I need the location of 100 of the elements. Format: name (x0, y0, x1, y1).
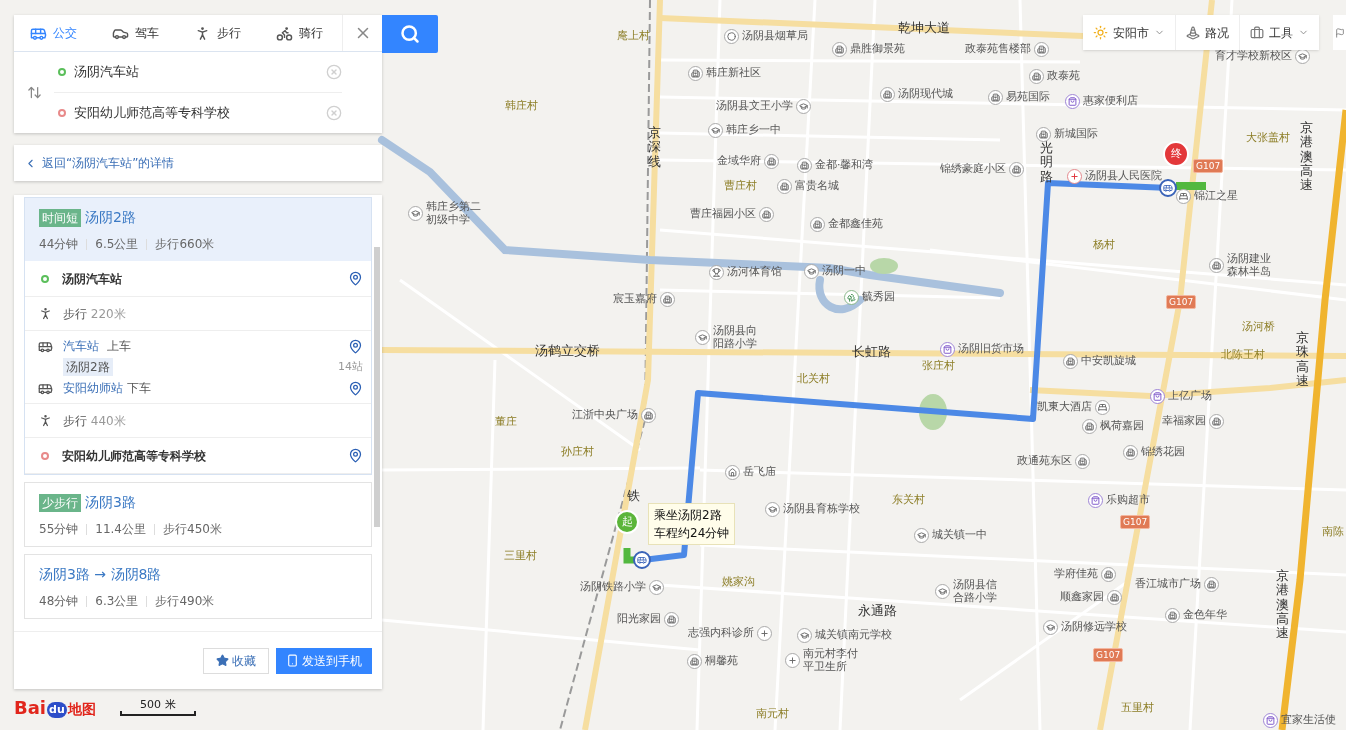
transport-tab[interactable]: 步行 (178, 15, 260, 51)
place-label: 志强内科诊所 (688, 625, 754, 641)
board-stop[interactable]: 汽车站 (63, 337, 99, 355)
swap-icon[interactable] (26, 85, 42, 100)
locate-icon[interactable] (348, 380, 363, 396)
route-option[interactable]: 汤阴3路 → 汤阴8路 48分钟 6.3公里 步行490米 (24, 554, 372, 619)
place-label: 中安凯旋城 (1081, 353, 1136, 369)
place-label: 宸玉嘉府 (613, 291, 657, 307)
poi-icon (724, 28, 739, 44)
walk-icon (38, 413, 53, 428)
toolbox-icon (1250, 25, 1264, 40)
route-stat: 6.3公里 (95, 593, 139, 610)
place-label: 枫荷嘉园 (1100, 418, 1144, 434)
place-label: 南元村李付平卫生所 (803, 647, 859, 674)
scale-label: 500 米 (140, 698, 176, 711)
search-button[interactable] (382, 15, 438, 53)
place-label: 汤阴县人民医院 (1085, 168, 1162, 184)
star-icon (216, 654, 229, 667)
highway-shield: G107 (1120, 515, 1151, 529)
place-label: 金色年华 (1183, 607, 1227, 623)
poi-icon (708, 122, 723, 138)
scrollbar[interactable] (374, 247, 380, 527)
alight-stop[interactable]: 安阳幼师站 (63, 379, 123, 397)
bus-stop-icon (633, 551, 651, 569)
place-label: 育才学校新校区 (1215, 48, 1292, 64)
poi-icon (757, 625, 772, 641)
place-label: 汤阴县向阳路小学 (713, 324, 758, 351)
transport-tab[interactable]: 骑行 (260, 15, 342, 51)
route-tag: 时间短 (39, 208, 81, 227)
poi-icon (1209, 413, 1224, 429)
poi-icon (695, 329, 710, 345)
poi-icon (1065, 93, 1080, 109)
place-label: 汤阴修远学校 (1061, 619, 1127, 635)
route-stat: 步行660米 (155, 236, 215, 253)
road-label: 京港澳高速 (1276, 569, 1289, 641)
map-control[interactable]: 安阳市 (1083, 15, 1175, 50)
transport-tab[interactable]: 驾车 (96, 15, 178, 51)
poi-icon (844, 289, 859, 305)
place-label: 易苑国际 (1006, 89, 1050, 105)
place-label: 香江城市广场 (1135, 576, 1201, 592)
route-stat: 55分钟 (39, 521, 79, 538)
route-option[interactable]: 时间短 汤阴2路 44分钟 6.5公里 步行660米 汤阴汽车站 步行 220米 汽车站 上车 汤阴2路 14站 安阳幼师站 下车 步行 440米 安阳幼儿师范高等专科学校 (24, 197, 372, 475)
phone-icon (286, 654, 299, 667)
place-label: 汤阴县信合路小学 (953, 578, 998, 605)
place-label: 城关镇南元学校 (815, 627, 892, 643)
route-name: 汤阴3路 (85, 493, 136, 512)
end-marker[interactable]: 终 (1163, 141, 1189, 167)
poi-icon (1043, 619, 1058, 635)
poi-icon (914, 527, 929, 543)
place-label: 乐购超市 (1106, 492, 1150, 508)
village-label: 姚家沟 (722, 574, 755, 590)
place-label: 毓秀园 (862, 289, 895, 305)
poi-icon (649, 579, 664, 595)
locate-icon[interactable] (348, 271, 363, 286)
favorite-button[interactable]: 收藏 (203, 647, 269, 674)
place-label: 江浙中央广场 (572, 407, 638, 423)
start-field[interactable]: 汤阴汽车站 (74, 62, 326, 82)
poi-icon (1034, 41, 1049, 57)
road-label: 汤鹤立交桥 (535, 342, 600, 360)
bus-stop-icon (1159, 179, 1177, 197)
bike-icon (276, 24, 293, 42)
place-label: 汤阴县文王小学 (716, 98, 793, 114)
locate-icon[interactable] (348, 338, 363, 354)
village-label: 孙庄村 (561, 444, 594, 460)
place-label: 凯東大酒店 (1037, 399, 1092, 415)
village-label: 杨村 (1093, 237, 1115, 253)
walk-step: 步行 440米 (63, 411, 126, 430)
highway-shield: G107 (1093, 648, 1124, 662)
poi-icon (797, 157, 812, 173)
place-label: 汤阴一中 (822, 263, 866, 279)
poi-icon (1204, 576, 1219, 592)
map-control[interactable]: 工具 (1239, 15, 1319, 50)
route-name: 汤阴2路 (85, 208, 136, 227)
poi-icon (759, 206, 774, 222)
map-control[interactable]: 路况 (1175, 15, 1239, 50)
locate-icon[interactable] (348, 448, 363, 463)
place-label: 曹庄福园小区 (690, 206, 756, 222)
place-label: 阳光家园 (617, 611, 661, 627)
road-label: 京深线 (648, 126, 661, 169)
flag-button[interactable] (1333, 15, 1346, 50)
poi-icon (725, 464, 740, 480)
village-label: 北关村 (797, 371, 830, 387)
poi-icon (988, 89, 1003, 105)
place-label: 新城国际 (1054, 126, 1098, 142)
end-field[interactable]: 安阳幼儿师范高等专科学校 (74, 103, 326, 123)
send-to-phone-button[interactable]: 发送到手机 (276, 647, 372, 674)
poi-icon (935, 583, 950, 599)
route-tag: 少步行 (39, 493, 81, 512)
place-label: 汤阴县育栋学校 (783, 501, 860, 517)
place-label: 汤阴县烟草局 (742, 28, 808, 44)
place-label: 韩庄新社区 (706, 65, 761, 81)
poi-icon (1029, 68, 1044, 84)
road-label: 京港澳高速 (1300, 121, 1313, 193)
transport-tab[interactable]: 公交 (14, 15, 96, 51)
poi-icon (1095, 399, 1110, 415)
back-link[interactable]: 返回“汤阴汽车站”的详情 (42, 154, 175, 172)
poi-icon (1123, 444, 1138, 460)
poi-icon (1107, 589, 1122, 605)
route-option[interactable]: 少步行 汤阴3路 55分钟 11.4公里 步行450米 (24, 482, 372, 547)
village-label: 三里村 (504, 548, 537, 564)
